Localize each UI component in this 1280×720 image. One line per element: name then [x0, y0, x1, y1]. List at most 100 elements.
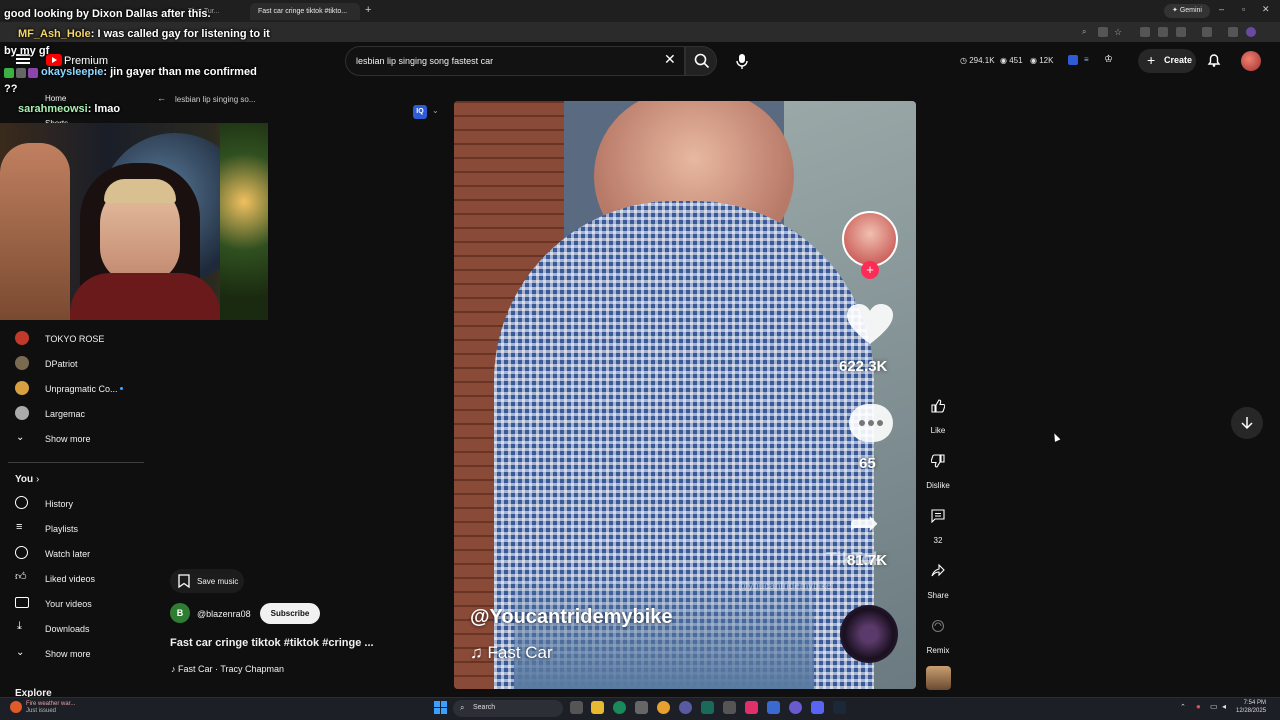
history-icon	[15, 496, 28, 509]
weather-alert-sub: Just issued	[26, 708, 57, 714]
browser-tab-active[interactable]: Fast car cringe tiktok #tikto...	[250, 3, 360, 20]
system-clock[interactable]: 7:54 PM 12/28/2025	[1236, 699, 1266, 715]
sound-thumbnail[interactable]	[926, 666, 951, 690]
chrome-icon[interactable]	[657, 701, 670, 714]
app-icon[interactable]	[635, 701, 648, 714]
weather-icon[interactable]	[10, 701, 22, 713]
tiktok-music-label: ♫ Fast Car	[470, 643, 553, 663]
chat-username: MF_Ash_Hole	[18, 28, 91, 40]
sidebar-item-your-videos[interactable]: Your videos	[0, 591, 145, 616]
task-view-icon[interactable]	[570, 701, 583, 714]
app-icon[interactable]	[789, 701, 802, 714]
channel-name[interactable]: @blazenra08	[197, 609, 251, 619]
next-video-button[interactable]	[1231, 407, 1263, 439]
close-window-icon[interactable]: ✕	[1262, 4, 1270, 15]
steam-icon[interactable]	[833, 701, 846, 714]
subscribe-button[interactable]: Subscribe	[260, 603, 320, 624]
zoom-icon[interactable]: ⌕	[1082, 27, 1092, 37]
mic-tray-icon[interactable]: ●	[1196, 702, 1201, 711]
list-icon[interactable]: ≡	[1084, 55, 1089, 64]
tiktok-share-icon: ➦	[849, 502, 880, 543]
back-arrow-icon[interactable]: ←	[157, 93, 166, 103]
sidebar-item-label: Downloads	[45, 624, 90, 634]
sidebar-show-more[interactable]: ⌄ Show more	[0, 641, 145, 666]
chat-text: : lmao	[87, 103, 121, 115]
video-title[interactable]: Fast car cringe tiktok #tiktok #cringe .…	[170, 637, 374, 649]
minimize-icon[interactable]: –	[1219, 4, 1224, 14]
taskbar-search[interactable]	[453, 700, 563, 717]
back-to-search-link[interactable]: lesbian lip singing so...	[175, 95, 256, 104]
windows-start-icon[interactable]	[434, 701, 447, 714]
playlists-icon: ≡	[16, 521, 23, 533]
chat-badge-icon	[4, 68, 14, 78]
video-music[interactable]: ♪ Fast Car · Tracy Chapman	[171, 664, 284, 674]
volume-icon[interactable]: ◂	[1222, 702, 1226, 711]
sidebar-item-label: History	[45, 499, 74, 509]
your-videos-icon	[15, 597, 29, 608]
voice-search-button[interactable]	[728, 47, 756, 75]
extension-icon[interactable]	[1202, 27, 1212, 37]
app-icon[interactable]	[723, 701, 736, 714]
app-icon[interactable]	[679, 701, 692, 714]
user-avatar[interactable]	[1241, 51, 1261, 71]
comments-button[interactable]	[925, 503, 951, 529]
sidebar-item-liked-videos[interactable]: 👍︎ Liked videos	[0, 566, 145, 591]
sidebar-you-heading[interactable]: You ›	[15, 474, 39, 485]
extension-icon[interactable]	[1098, 27, 1108, 37]
sidebar-item-label: Liked videos	[45, 574, 96, 584]
tray-chevron-icon[interactable]: ⌃	[1180, 703, 1186, 711]
notifications-button[interactable]	[1206, 52, 1224, 70]
like-label: Like	[930, 426, 946, 435]
music-note-icon: ♪	[171, 664, 176, 674]
iq-extension-badge[interactable]: IQ	[413, 105, 427, 119]
extension-icon[interactable]	[1140, 27, 1150, 37]
bookmark-star-icon[interactable]: ☆	[1114, 27, 1124, 37]
search-button[interactable]	[685, 46, 717, 76]
sidebar-subscription[interactable]: DPatriot	[0, 351, 145, 376]
shorts-video-player[interactable]: + 622.3K 65 ➦ 81.7K TikTok @youcantridem…	[454, 101, 916, 689]
tiktok-app-icon[interactable]	[745, 701, 758, 714]
channel-avatar[interactable]: B	[170, 603, 190, 623]
extension-icon[interactable]	[1158, 27, 1168, 37]
sidebar-subscription[interactable]: Largemac	[0, 401, 145, 426]
file-explorer-icon[interactable]	[591, 701, 604, 714]
trophy-icon[interactable]: ♔	[1104, 54, 1113, 65]
gemini-button[interactable]: ✦ Gemini	[1164, 4, 1210, 18]
remix-button[interactable]	[925, 613, 951, 639]
sidebar-item-playlists[interactable]: ≡ Playlists	[0, 516, 145, 541]
sidebar-item-label: Your videos	[45, 599, 92, 609]
iq-extension-icon[interactable]	[1068, 55, 1078, 65]
sidebar-item-label: Watch later	[45, 549, 91, 559]
extension-icon[interactable]	[1176, 27, 1186, 37]
clear-search-icon[interactable]: ✕	[664, 51, 676, 68]
discord-icon[interactable]	[811, 701, 824, 714]
sidebar-item-watch-later[interactable]: Watch later	[0, 541, 145, 566]
sidebar-subscription[interactable]: Unpragmatic Co...	[0, 376, 145, 401]
extension-icon[interactable]	[1228, 27, 1238, 37]
sidebar-show-more[interactable]: ⌄ Show more	[0, 426, 145, 451]
edge-icon[interactable]	[613, 701, 626, 714]
chevron-down-icon[interactable]: ⌄	[432, 106, 439, 115]
like-button[interactable]	[925, 393, 951, 419]
network-icon[interactable]: ▭	[1210, 702, 1218, 711]
stat-views-value: 294.1K	[969, 56, 995, 65]
sidebar-subscription[interactable]: TOKYO ROSE	[0, 326, 145, 351]
create-button[interactable]: + Create	[1138, 49, 1196, 73]
sidebar-item-home[interactable]: Home	[45, 94, 66, 103]
app-icon[interactable]	[701, 701, 714, 714]
chevron-down-icon: ⌄	[16, 432, 25, 443]
profile-icon[interactable]	[1246, 27, 1256, 37]
remix-label: Remix	[926, 646, 950, 655]
plus-icon: +	[1147, 52, 1156, 68]
share-button[interactable]	[925, 558, 951, 584]
music-note-icon: ♫	[470, 643, 483, 662]
maximize-icon[interactable]: ▫	[1242, 4, 1245, 14]
sidebar-item-history[interactable]: History	[0, 491, 145, 516]
new-tab-icon[interactable]: +	[365, 4, 371, 16]
share-icon	[931, 564, 945, 577]
app-icon[interactable]	[767, 701, 780, 714]
weather-alert[interactable]: Fire weather war...	[26, 700, 75, 708]
clock-time: 7:54 PM	[1243, 700, 1267, 706]
dislike-button[interactable]	[925, 448, 951, 474]
sidebar-item-downloads[interactable]: ⤓ Downloads	[0, 616, 145, 641]
